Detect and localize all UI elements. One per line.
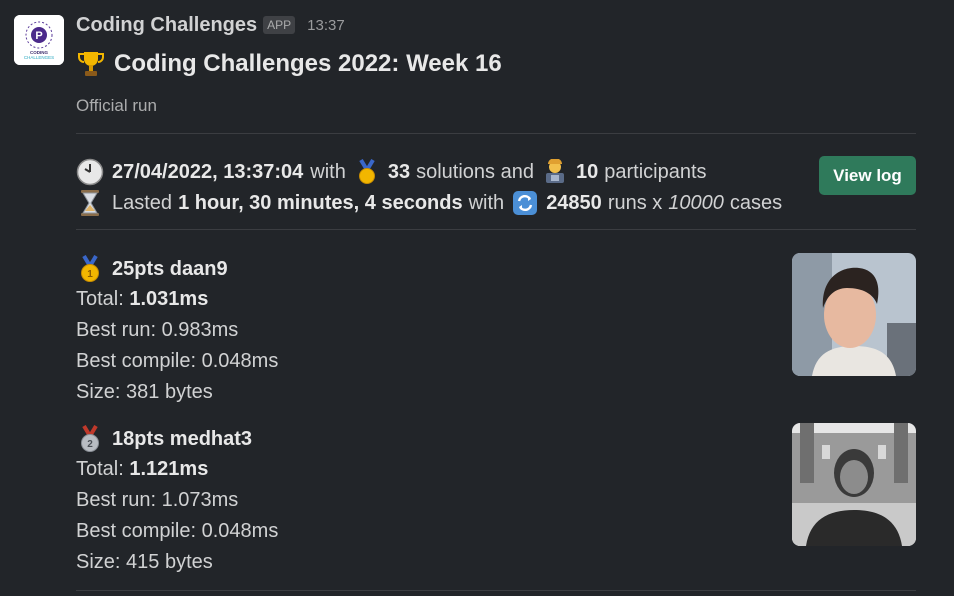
participant-photo-image xyxy=(792,423,916,546)
hourglass-icon xyxy=(81,190,99,216)
entry-heading-text: 25pts daan9 xyxy=(112,257,228,280)
svg-text:P: P xyxy=(35,30,42,42)
entry-best-run: Best run: 1.073ms xyxy=(76,489,239,511)
total-label: Total: xyxy=(76,458,124,480)
timestamp[interactable]: 13:37 xyxy=(307,17,345,34)
entry-heading-text: 18pts medhat3 xyxy=(112,427,253,450)
sender-row: Coding Challenges APP 13:37 xyxy=(76,12,345,38)
svg-text:CHALLENGES: CHALLENGES xyxy=(24,55,54,60)
total-value: 1.121ms xyxy=(129,458,209,480)
entry-heading: 1 25pts daan9 xyxy=(76,254,278,284)
divider xyxy=(76,229,916,230)
cases-count: 10000 xyxy=(668,191,724,214)
duration: 1 hour, 30 minutes, 4 seconds xyxy=(178,191,463,214)
solutions-count: 33 xyxy=(387,160,411,183)
coding-challenges-logo-icon: P CODING CHALLENGES xyxy=(14,15,64,65)
total-label: Total: xyxy=(76,288,124,310)
entry-total: Total: 1.031ms xyxy=(76,284,278,315)
entry-best-compile: Best compile: 0.048ms xyxy=(76,350,279,372)
participant-photo[interactable] xyxy=(792,423,916,546)
svg-text:2: 2 xyxy=(87,439,93,450)
solutions-label: solutions and xyxy=(416,160,534,183)
medal-icon xyxy=(358,159,375,184)
divider xyxy=(76,590,916,591)
repeat-arrows-icon xyxy=(513,191,538,215)
participants-label: participants xyxy=(604,160,707,183)
app-badge: APP xyxy=(263,16,296,34)
second-place-medal-icon: 2 xyxy=(81,425,99,452)
leaderboard-entry: 2 18pts medhat3 Total: 1.121ms Best run:… xyxy=(76,424,278,578)
leaderboard-entry: 1 25pts daan9 Total: 1.031ms Best run: 0… xyxy=(76,254,278,408)
entry-best-compile: Best compile: 0.048ms xyxy=(76,520,279,542)
message: P CODING CHALLENGES Coding Challenges AP… xyxy=(0,0,954,596)
clock-icon xyxy=(76,158,104,186)
message-title: Coding Challenges 2022: Week 16 xyxy=(76,47,502,81)
entry-heading: 2 18pts medhat3 xyxy=(76,424,278,454)
trophy-icon xyxy=(78,52,104,76)
entry-total: Total: 1.121ms xyxy=(76,454,278,485)
lasted-label: Lasted xyxy=(112,191,173,214)
title-text: Coding Challenges 2022: Week 16 xyxy=(114,50,502,77)
view-log-button[interactable]: View log xyxy=(819,156,916,195)
entry-size: Size: 415 bytes xyxy=(76,551,213,573)
summary-line-1: 27/04/2022, 13:37:04 with 33 solutions a… xyxy=(76,157,707,187)
total-value: 1.031ms xyxy=(129,288,209,310)
app-avatar[interactable]: P CODING CHALLENGES xyxy=(14,15,64,65)
subtitle: Official run xyxy=(76,96,157,115)
first-place-medal-icon: 1 xyxy=(81,255,99,282)
with-label: with xyxy=(310,160,346,183)
summary-line-2: Lasted 1 hour, 30 minutes, 4 seconds wit… xyxy=(76,188,782,218)
sender-name[interactable]: Coding Challenges xyxy=(76,14,257,37)
svg-text:1: 1 xyxy=(87,269,93,280)
run-datetime: 27/04/2022, 13:37:04 xyxy=(112,160,304,183)
entry-size: Size: 381 bytes xyxy=(76,381,213,403)
technologist-icon xyxy=(545,159,564,183)
with-label-2: with xyxy=(468,191,505,214)
participants-count: 10 xyxy=(575,160,599,183)
entry-best-run: Best run: 0.983ms xyxy=(76,319,239,341)
divider xyxy=(76,133,916,134)
cases-label: cases xyxy=(729,191,783,214)
runs-label: runs x xyxy=(607,191,663,214)
runs-count: 24850 xyxy=(546,191,602,214)
participant-photo[interactable] xyxy=(792,253,916,376)
participant-photo-image xyxy=(792,253,916,376)
